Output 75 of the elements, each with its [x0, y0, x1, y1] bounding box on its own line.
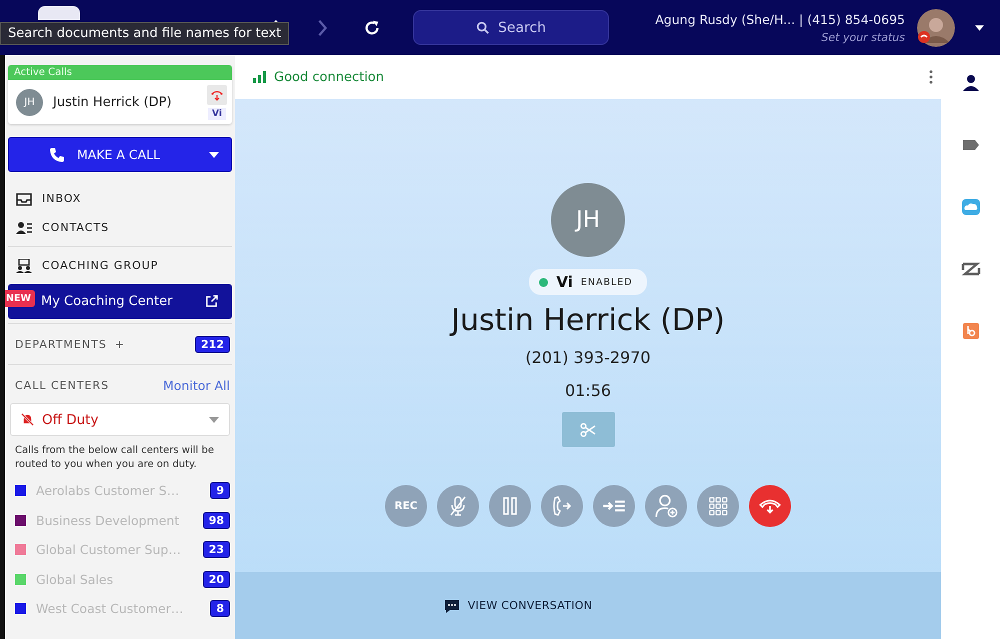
make-call-button[interactable]: MAKE A CALL — [8, 137, 232, 172]
caller-name: Justin Herrick (DP) — [53, 95, 173, 110]
departments-label[interactable]: DEPARTMENTS — [15, 338, 107, 350]
external-link-icon — [205, 295, 218, 308]
caller-phone: (201) 393-2970 — [525, 348, 651, 367]
new-badge: NEW — [5, 290, 35, 307]
reload-icon[interactable] — [363, 18, 381, 36]
connection-status: Good connection — [274, 70, 385, 84]
add-department-button[interactable]: + — [114, 338, 188, 350]
call-center-count: 23 — [202, 541, 230, 558]
hold-button[interactable] — [489, 485, 531, 527]
call-timer: 01:56 — [564, 381, 612, 400]
active-calls-header: Active Calls — [8, 65, 232, 80]
signal-icon — [253, 71, 267, 83]
keypad-button[interactable] — [697, 485, 739, 527]
status-dot-icon — [539, 278, 548, 286]
inbox-icon — [16, 192, 32, 206]
caller-name: Justin Herrick (DP) — [451, 303, 725, 338]
chat-icon — [444, 598, 460, 614]
scissors-button[interactable] — [562, 412, 614, 447]
keypad-icon — [707, 495, 729, 517]
avatar: JH — [16, 89, 43, 116]
nav-item[interactable]: COACHING GROUP — [8, 251, 232, 280]
active-call-card[interactable]: Active Calls JH Justin Herrick (DP) Vi — [8, 65, 232, 124]
avatar: JH — [551, 183, 625, 257]
monitor-all-link[interactable]: Monitor All — [163, 378, 230, 392]
mute-button[interactable] — [437, 485, 479, 527]
more-icon[interactable] — [929, 70, 933, 84]
contacts-icon — [16, 220, 32, 234]
search-field[interactable]: Search — [413, 10, 609, 45]
tooltip: Search documents and file names for text — [0, 22, 290, 45]
vi-badge: Vi — [208, 108, 226, 120]
department-count: 212 — [195, 336, 230, 352]
nav-label: COACHING GROUP — [42, 259, 158, 272]
phone-icon — [49, 146, 65, 162]
cloud-icon[interactable] — [960, 197, 980, 217]
call-center-count: 20 — [202, 570, 230, 588]
status-link[interactable]: Set your status — [821, 30, 905, 44]
call-center-count: 98 — [202, 512, 230, 529]
bell-off-icon — [21, 413, 34, 426]
queue-button[interactable] — [593, 485, 635, 527]
nav-item[interactable]: INBOX — [8, 184, 232, 213]
hub-icon[interactable] — [960, 321, 980, 341]
group-icon — [16, 258, 32, 272]
user-avatar[interactable] — [917, 8, 955, 46]
vi-label: Vi — [556, 273, 573, 291]
nav-label: CONTACTS — [42, 221, 110, 234]
add-caller-button[interactable] — [645, 485, 687, 527]
phone-status-icon — [918, 31, 930, 43]
logo-icon — [38, 6, 80, 20]
nav-item[interactable]: CONTACTS — [8, 213, 232, 242]
nav-label: INBOX — [42, 192, 82, 205]
scissors-icon — [580, 422, 596, 438]
view-conversation-button[interactable]: VIEW CONVERSATION — [438, 596, 598, 614]
user-name: Agung Rusdy (She/H... | (415) 854-0695 — [655, 12, 905, 26]
hangup-button[interactable] — [749, 485, 791, 527]
coaching-center-label: My Coaching Center — [41, 294, 174, 309]
transfer-icon — [550, 494, 574, 518]
make-call-label: MAKE A CALL — [77, 147, 162, 162]
coaching-center-button[interactable]: NEW My Coaching Center — [8, 284, 232, 319]
transfer-button[interactable] — [541, 485, 583, 527]
caret-icon — [209, 416, 219, 422]
vi-status: ENABLED — [580, 276, 633, 288]
call-centers-label: CALL CENTERS — [15, 378, 110, 392]
hangup-button[interactable] — [207, 85, 227, 105]
call-center-count: 9 — [210, 482, 230, 500]
search-icon — [476, 20, 490, 34]
call-center-count: 8 — [210, 600, 230, 618]
add-person-icon — [653, 493, 679, 519]
duty-note: Calls from the below call centers will be routed to you when you are on duty. — [15, 444, 215, 472]
duty-dropdown[interactable]: Off Duty — [10, 403, 230, 436]
caret-icon[interactable] — [209, 152, 219, 158]
person-icon[interactable] — [960, 73, 980, 93]
caret-icon[interactable] — [975, 24, 984, 30]
search-placeholder: Search — [498, 20, 546, 36]
